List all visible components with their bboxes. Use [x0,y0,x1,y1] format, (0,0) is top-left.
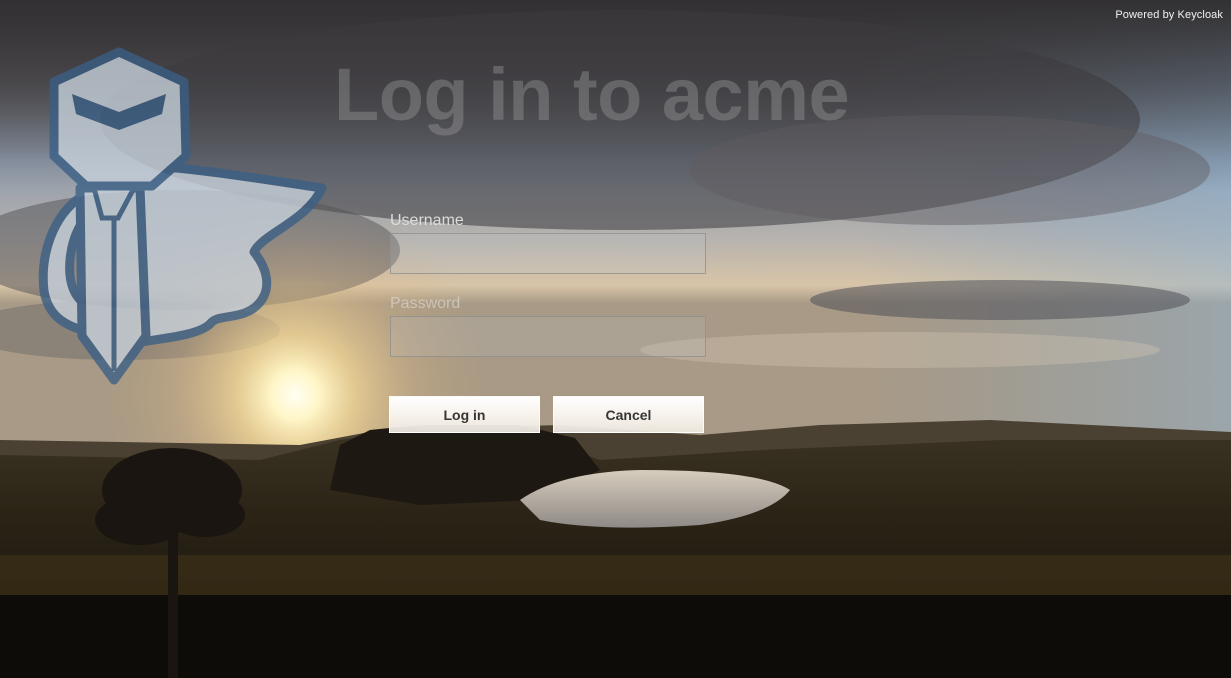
username-input[interactable] [390,233,706,274]
login-form: Username Password Log in Cancel [389,212,706,433]
form-buttons: Log in Cancel [389,396,706,433]
password-input[interactable] [390,316,706,357]
keycloak-logo [22,46,332,386]
password-label: Password [390,295,461,312]
password-group: Password [390,295,706,357]
keycloak-knight-logo-icon [38,47,327,385]
powered-by-link[interactable]: Powered by Keycloak [1115,9,1223,21]
username-group: Username [390,212,706,274]
username-label: Username [390,212,464,229]
cancel-button[interactable]: Cancel [553,396,704,433]
login-button[interactable]: Log in [389,396,540,433]
page-title: Log in to acme [334,53,850,136]
